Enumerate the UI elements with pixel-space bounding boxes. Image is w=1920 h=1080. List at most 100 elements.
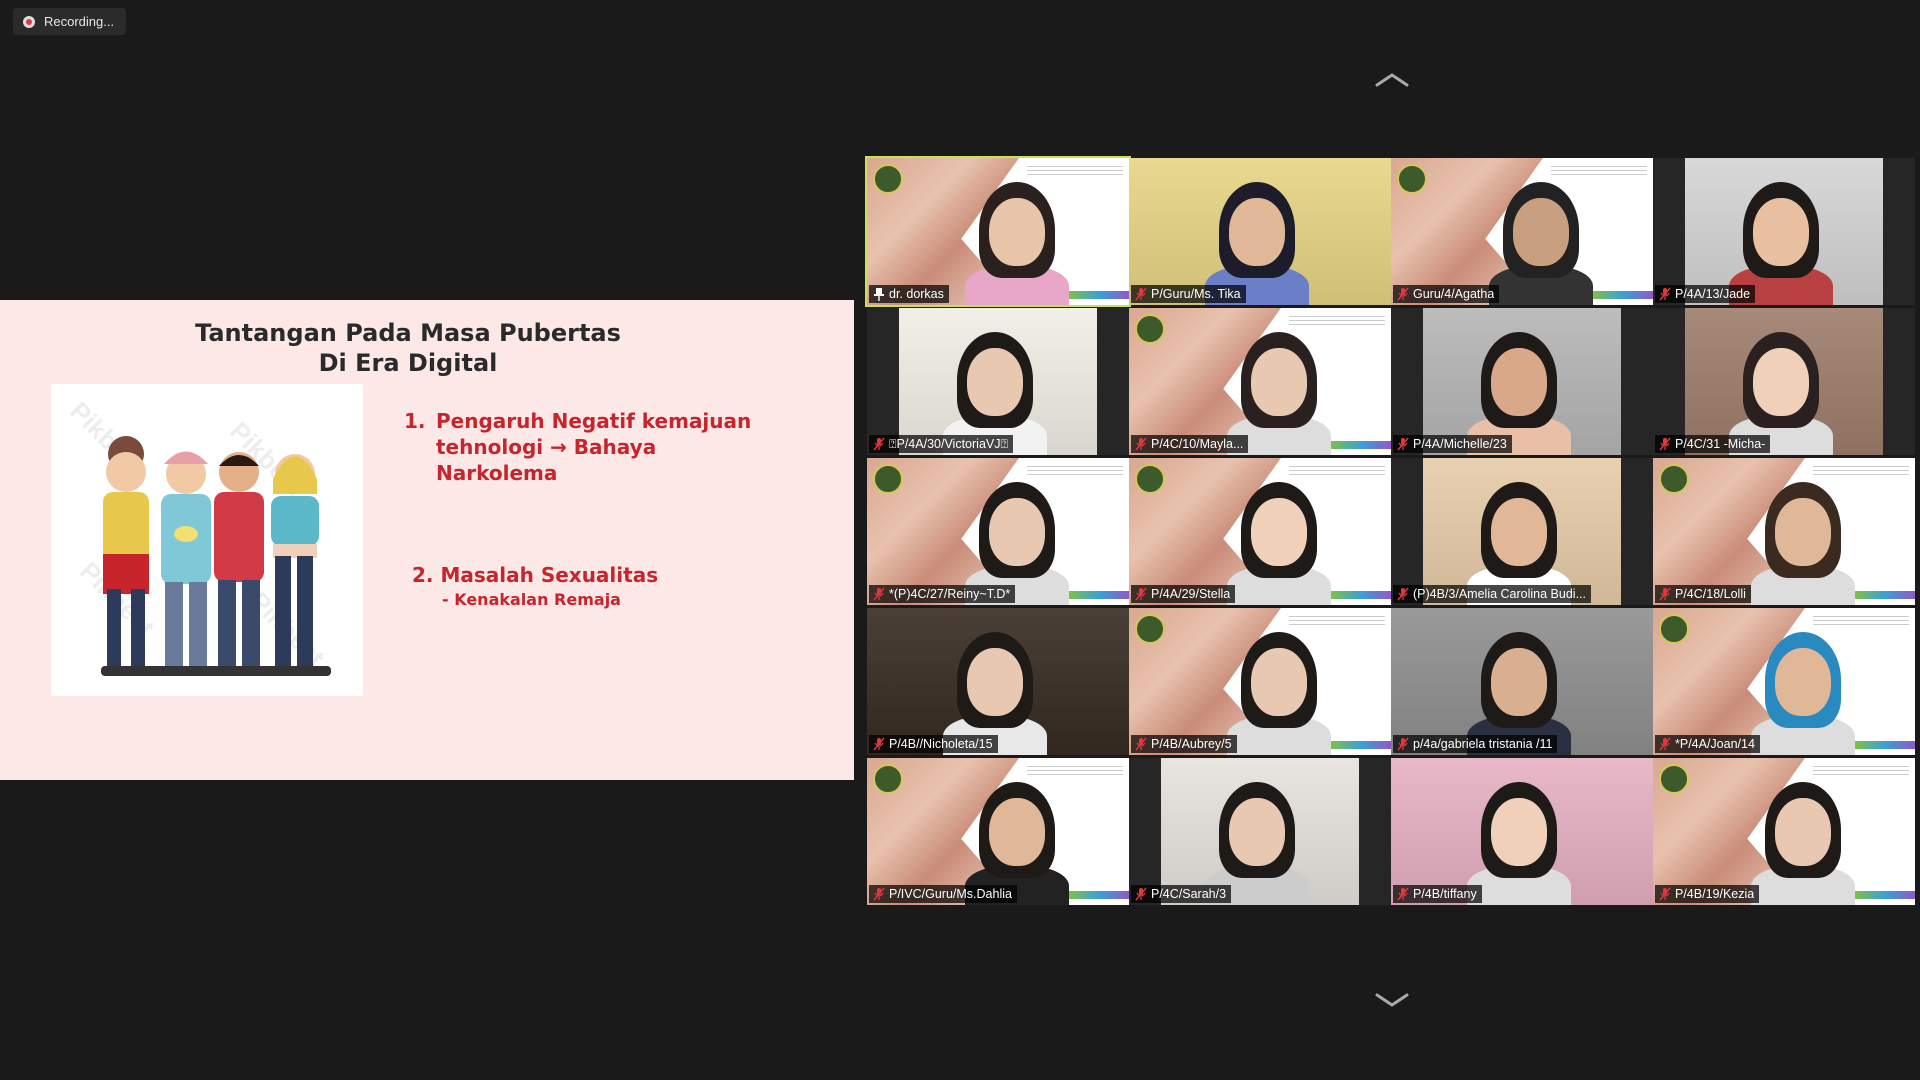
participant-tile[interactable]: P/4C/31 -Micha- [1653,308,1915,455]
mic-muted-icon [1397,437,1409,451]
participant-name: P/4A/29/Stella [1151,587,1231,601]
participant-tile[interactable]: P/4C/Sarah/3 [1129,758,1391,905]
participant-name-label: P/4C/18/Lolli [1655,585,1751,603]
participant-video [1129,758,1391,905]
slide-title-line-1: Tantangan Pada Masa Pubertas [195,319,621,347]
mic-muted-icon [1135,587,1147,601]
participant-video [1653,758,1915,905]
recording-indicator[interactable]: Recording... [13,8,127,35]
participant-name-label: p/4a/gabriela tristania /11 [1393,735,1558,753]
mic-muted-icon [873,587,885,601]
mic-muted-icon [1397,587,1409,601]
participant-tile[interactable]: Guru/4/Agatha [1391,158,1653,305]
school-emblem-icon [1135,314,1165,344]
participant-name-label: Guru/4/Agatha [1393,285,1500,303]
participant-tile[interactable]: P/4C/10/Mayla... [1129,308,1391,455]
participant-tile[interactable]: P/4A/29/Stella [1129,458,1391,605]
school-emblem-icon [1659,614,1689,644]
participant-tile[interactable]: P/4B/Aubrey/5 [1129,608,1391,755]
school-emblem-icon [1135,464,1165,494]
teenagers-illustration: Pikbest Pikbest Pikbest Pikbest [51,384,363,696]
participant-tile[interactable]: P/4B/tiffany [1391,758,1653,905]
participant-name-label: *(P)4C/27/Reiny~T.D* [869,585,1016,603]
participant-name-label: P/4B/tiffany [1393,885,1482,903]
participant-video [1391,158,1653,305]
participant-tile[interactable]: *(P)4C/27/Reiny~T.D* [867,458,1129,605]
participant-name: *P/4A/Joan/14 [1675,737,1755,751]
participant-name: P/4B/19/Kezia [1675,887,1755,901]
participant-name-label: dr. dorkas [869,285,949,303]
participant-tile[interactable]: *P/4A/Joan/14 [1653,608,1915,755]
school-emblem-icon [1659,764,1689,794]
participant-name: Guru/4/Agatha [1413,287,1495,301]
participant-name-label: P/4C/10/Mayla... [1131,435,1249,453]
mic-muted-icon [873,887,885,901]
slide-title-line-2: Di Era Digital [318,349,498,377]
participant-name: P/4C/10/Mayla... [1151,437,1244,451]
four-teens-figure [101,436,331,676]
mic-muted-icon [1659,587,1671,601]
participant-tile[interactable]: P/IVC/Guru/Ms.Dahlia [867,758,1129,905]
school-emblem-icon [873,764,903,794]
participant-tile[interactable]: P/4B//Nicholeta/15 [867,608,1129,755]
participant-name-label: P/IVC/Guru/Ms.Dahlia [869,885,1017,903]
participant-video [1129,308,1391,455]
participant-name: P/4B/Aubrey/5 [1151,737,1232,751]
participant-tile[interactable]: p/4a/gabriela tristania /11 [1391,608,1653,755]
school-emblem-icon [873,464,903,494]
participant-video [1129,158,1391,305]
participant-name-label: P/4B/19/Kezia [1655,885,1760,903]
participant-tile[interactable]: P/4B/19/Kezia [1653,758,1915,905]
school-emblem-icon [1659,464,1689,494]
participant-video [867,608,1129,755]
participant-tile[interactable]: P/4A/13/Jade [1653,158,1915,305]
participant-name-label: *P/4A/Joan/14 [1655,735,1760,753]
participant-tile[interactable]: P/4C/18/Lolli [1653,458,1915,605]
participant-name: P/4C/18/Lolli [1675,587,1746,601]
mic-muted-icon [1397,887,1409,901]
participant-name: P/4A/13/Jade [1675,287,1751,301]
participant-video [867,458,1129,605]
participant-tile[interactable]: P/Guru/Ms. Tika [1129,158,1391,305]
participant-tile[interactable]: dr. dorkas [865,156,1131,307]
participant-tile[interactable]: P/4A/Michelle/23 [1391,308,1653,455]
slide-point-2-sub: - Kenakalan Remaja [442,590,621,609]
mic-muted-icon [1397,737,1409,751]
mic-muted-icon [1659,437,1671,451]
participant-name: dr. dorkas [889,287,944,301]
pin-icon [874,288,884,301]
record-icon [23,15,35,28]
participant-video [1391,758,1653,905]
mic-muted-icon [1659,737,1671,751]
participant-video [1653,158,1915,305]
mic-muted-icon [1659,887,1671,901]
participant-name-label: P/4A/Michelle/23 [1393,435,1512,453]
school-emblem-icon [1397,164,1427,194]
school-emblem-icon [1135,614,1165,644]
participant-tile[interactable]: (P)4B/3/Amelia Carolina Budi... [1391,458,1653,605]
participant-video [1653,608,1915,755]
participant-video [1391,458,1653,605]
participant-name-label: P/4C/31 -Micha- [1655,435,1771,453]
mic-muted-icon [1135,287,1147,301]
point-1-number: 1. [404,409,426,433]
participant-name-label: P/4B//Nicholeta/15 [869,735,998,753]
slide-point-2: 2. Masalah Sexualitas [412,563,659,587]
participant-name-label: P/4A/13/Jade [1655,285,1756,303]
participant-video [1391,308,1653,455]
participant-name-label: ⍰P/4A/30/VictoriaVJ⍰ [869,435,1013,453]
chevron-down-icon[interactable] [1374,990,1410,1010]
mic-muted-icon [1135,737,1147,751]
participant-video [1653,458,1915,605]
slide-title: Tantangan Pada Masa Pubertas Di Era Digi… [0,318,816,378]
participant-video [867,758,1129,905]
participant-gallery: dr. dorkas P/Guru/Ms. Tika Guru/4/Agatha P/… [865,156,1915,908]
participant-tile[interactable]: ⍰P/4A/30/VictoriaVJ⍰ [867,308,1129,455]
participant-video [867,308,1129,455]
mic-muted-icon [1135,887,1147,901]
participant-video [1129,458,1391,605]
participant-name-label: P/Guru/Ms. Tika [1131,285,1246,303]
mic-muted-icon [873,737,885,751]
chevron-up-icon[interactable] [1374,70,1410,90]
slide-point-1: 1. Pengaruh Negatif kemajuan tehnologi →… [404,408,784,486]
